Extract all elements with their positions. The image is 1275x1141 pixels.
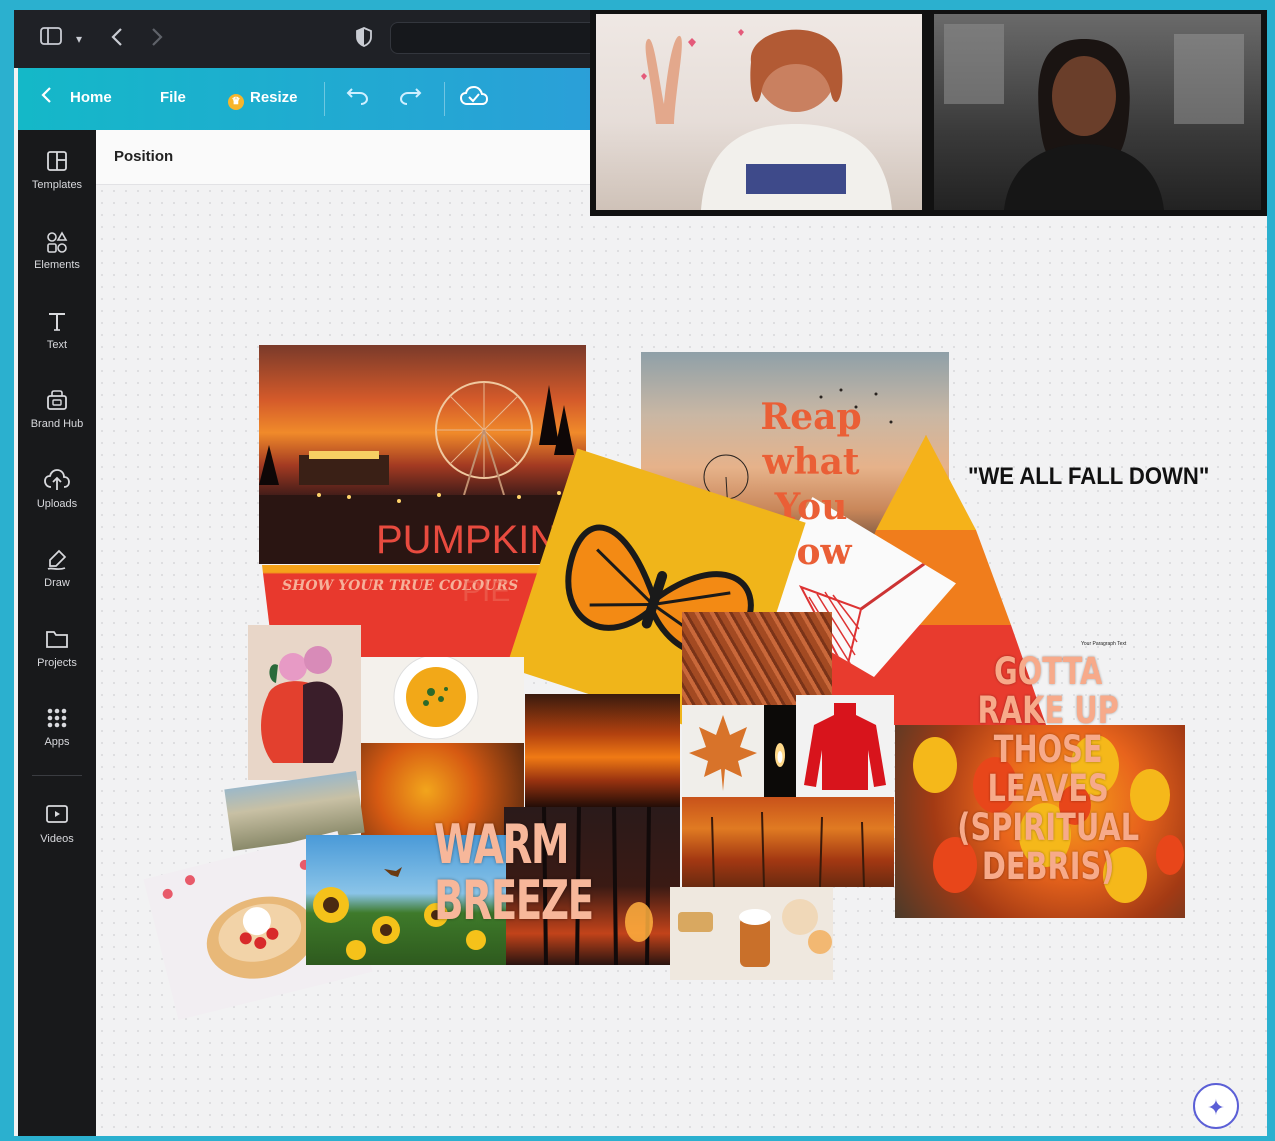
sidebar-divider — [32, 775, 82, 776]
rake-leaves-text[interactable]: GOTTA RAKE UP THOSE LEAVES (SPIRITUAL DE… — [900, 652, 1196, 886]
shield-icon[interactable] — [356, 27, 372, 53]
sidebar-item-label: Elements — [34, 259, 80, 271]
warm-line: BREEZE — [434, 869, 594, 932]
sidebar-item-label: Uploads — [36, 498, 78, 510]
video-feed — [596, 14, 922, 210]
rake-line: THOSE — [993, 728, 1103, 771]
sidebar-item-label: Draw — [44, 577, 70, 589]
rake-line: DEBRIS) — [981, 845, 1115, 888]
chevron-left-icon[interactable] — [40, 85, 52, 110]
magic-assistant-button[interactable]: ✦ — [1193, 1083, 1239, 1129]
sidebar-item-label: Apps — [44, 736, 70, 748]
sidebar-item-uploads[interactable]: Uploads — [18, 469, 96, 511]
sidebar-item-elements[interactable]: Elements — [18, 230, 96, 272]
rake-line: GOTTA — [994, 650, 1103, 693]
rake-line: (SPIRITUAL — [957, 806, 1140, 849]
text-icon — [18, 310, 96, 336]
warm-breeze-text[interactable]: WARM BREEZE — [434, 813, 594, 932]
redo-icon[interactable] — [398, 85, 422, 110]
sidebar-item-videos[interactable]: Videos — [18, 804, 96, 846]
resize-button[interactable]: ♛ Resize — [228, 88, 298, 110]
chevron-right-icon[interactable] — [150, 27, 164, 53]
sunset-clouds-photo[interactable] — [525, 694, 680, 809]
home-button[interactable]: Home — [70, 88, 112, 108]
sidebar-item-label: Videos — [40, 833, 74, 845]
draw-icon — [18, 548, 96, 574]
soup-photo[interactable] — [361, 657, 524, 747]
paragraph-text[interactable]: Your Paragraph Text — [1081, 641, 1126, 647]
rake-line: LEAVES — [987, 767, 1109, 810]
candle-photo[interactable] — [764, 705, 796, 797]
sidebar-item-label: Text — [46, 339, 68, 351]
sidebar-item-label: Projects — [37, 657, 77, 669]
sidebar-item-apps[interactable]: Apps — [18, 707, 96, 749]
quote-text[interactable]: "WE ALL FALL DOWN" — [968, 463, 1209, 491]
elements-icon — [18, 230, 96, 256]
cloud-check-icon[interactable] — [459, 85, 489, 112]
projects-icon — [18, 628, 96, 654]
pumpkin-text[interactable]: PUMPKIN — [376, 518, 558, 563]
videos-icon — [18, 804, 96, 830]
video-feed — [934, 14, 1261, 210]
chevron-down-icon[interactable]: ▾ — [76, 27, 82, 51]
toolbar-divider — [444, 82, 445, 116]
app-window: ▾ Home File ♛ Resize Templates Elements … — [14, 10, 1267, 1136]
sidebar-item-label: Templates — [31, 179, 83, 191]
red-sweater-photo[interactable] — [796, 695, 894, 797]
reap-line: what — [762, 441, 860, 483]
sidebar-item-draw[interactable]: Draw — [18, 548, 96, 590]
undo-icon[interactable] — [346, 85, 370, 110]
position-button[interactable]: Position — [114, 148, 173, 165]
sidebar-item-projects[interactable]: Projects — [18, 628, 96, 670]
reap-line: Reap — [760, 396, 862, 438]
uploads-icon — [18, 469, 96, 495]
chevron-left-icon[interactable] — [110, 27, 124, 53]
pumpkin-latte-photo[interactable] — [670, 887, 833, 980]
warm-line: WARM — [434, 813, 570, 876]
tools-sidebar: Templates Elements Text Brand Hub Upload… — [18, 130, 96, 1136]
cinnamon-photo[interactable] — [682, 612, 832, 707]
apps-icon — [18, 707, 96, 733]
file-menu-button[interactable]: File — [160, 88, 186, 108]
templates-icon — [18, 150, 96, 176]
toolbar-divider — [324, 82, 325, 116]
sidebar-item-templates[interactable]: Templates — [18, 150, 96, 192]
rake-line: RAKE UP — [977, 689, 1119, 732]
brand-hub-icon — [18, 389, 96, 415]
video-tile-participant-2[interactable] — [928, 10, 1267, 216]
sidebar-item-brand-hub[interactable]: Brand Hub — [18, 389, 96, 431]
hug-illustration[interactable] — [248, 625, 361, 780]
video-tile-participant-1[interactable] — [590, 10, 928, 216]
sidebar-item-label: Brand Hub — [30, 418, 84, 430]
sidebar-item-text[interactable]: Text — [18, 310, 96, 352]
maple-leaf-photo[interactable] — [682, 705, 764, 797]
resize-label: Resize — [250, 89, 298, 106]
design-canvas[interactable]: SHOW YOUR TRUE COLOURS PIE PUMPKIN Reap … — [96, 185, 1267, 1136]
pie-text[interactable]: PIE — [462, 575, 510, 609]
crown-icon: ♛ — [228, 94, 244, 110]
sparkle-icon: ✦ — [1206, 1095, 1226, 1120]
autumn-forest-photo[interactable] — [682, 797, 894, 887]
sidebar-icon[interactable] — [40, 27, 62, 51]
